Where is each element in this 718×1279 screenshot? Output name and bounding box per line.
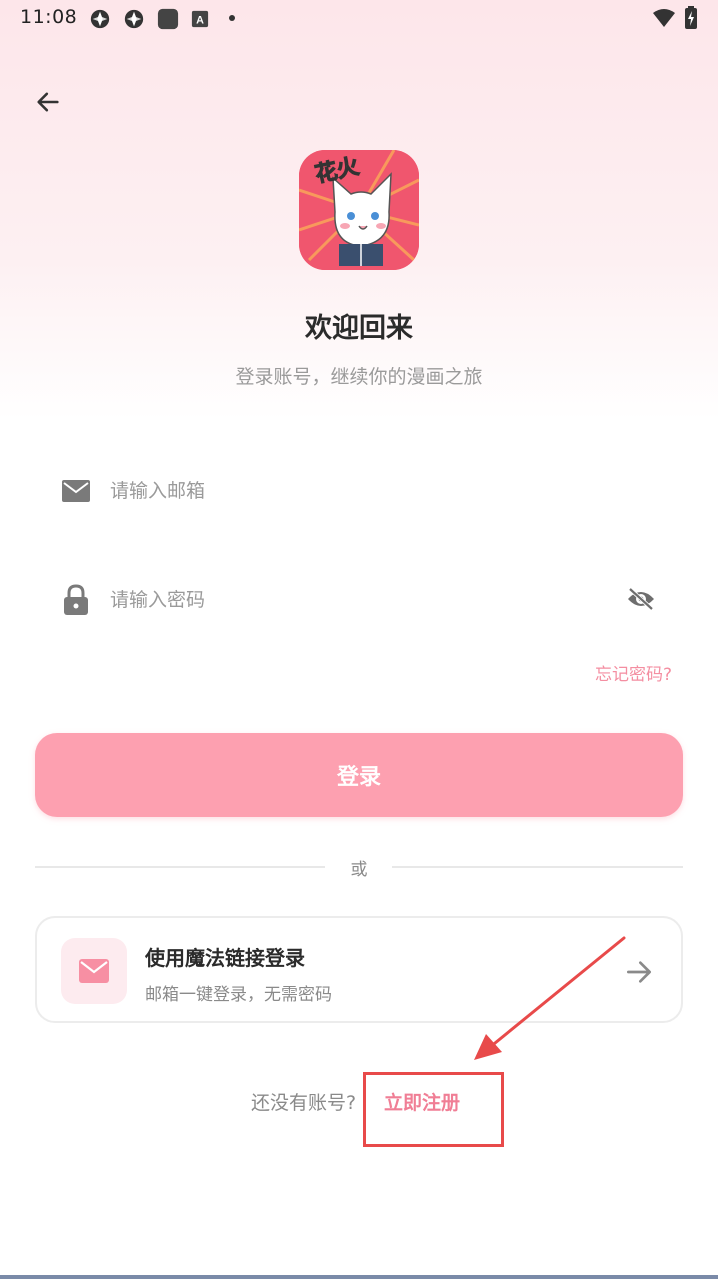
arrow-left-icon (37, 92, 59, 112)
wifi-icon (653, 9, 675, 27)
notification-dot-icon (229, 15, 235, 21)
divider-label: 或 (350, 860, 368, 880)
sync-icon (124, 9, 144, 29)
magic-link-subtitle: 邮箱一键登录，无需密码 (145, 985, 332, 1005)
magic-link-icon-box (61, 938, 127, 1004)
forgot-password-link[interactable]: 忘记密码? (595, 660, 672, 685)
password-input[interactable] (110, 580, 590, 620)
mail-icon (79, 959, 109, 983)
annotation-arrow-icon (474, 936, 626, 1060)
mail-icon (60, 475, 92, 507)
page-title: 欢迎回来 (305, 313, 413, 344)
lock-icon (60, 584, 92, 616)
svg-text:A: A (196, 15, 204, 27)
cat-logo-icon: 花火 (299, 150, 419, 270)
back-button[interactable] (30, 84, 66, 120)
toggle-password-visibility-button[interactable] (624, 582, 658, 616)
page-subtitle: 登录账号，继续你的漫画之旅 (235, 366, 483, 388)
navigation-bar (0, 1275, 718, 1279)
annotation-highlight-box (363, 1072, 504, 1147)
battery-charging-icon (685, 6, 697, 29)
magic-link-title: 使用魔法链接登录 (145, 946, 305, 970)
a11y-icon: A (191, 10, 209, 28)
email-input[interactable] (110, 471, 610, 511)
app-logo: 花火 (299, 150, 419, 270)
no-account-text: 还没有账号? (251, 1092, 357, 1114)
eye-off-icon (628, 587, 654, 611)
app-icon (157, 8, 179, 30)
login-button[interactable]: 登录 (35, 733, 683, 817)
status-time: 11:08 (20, 6, 78, 28)
sync-icon (90, 9, 110, 29)
